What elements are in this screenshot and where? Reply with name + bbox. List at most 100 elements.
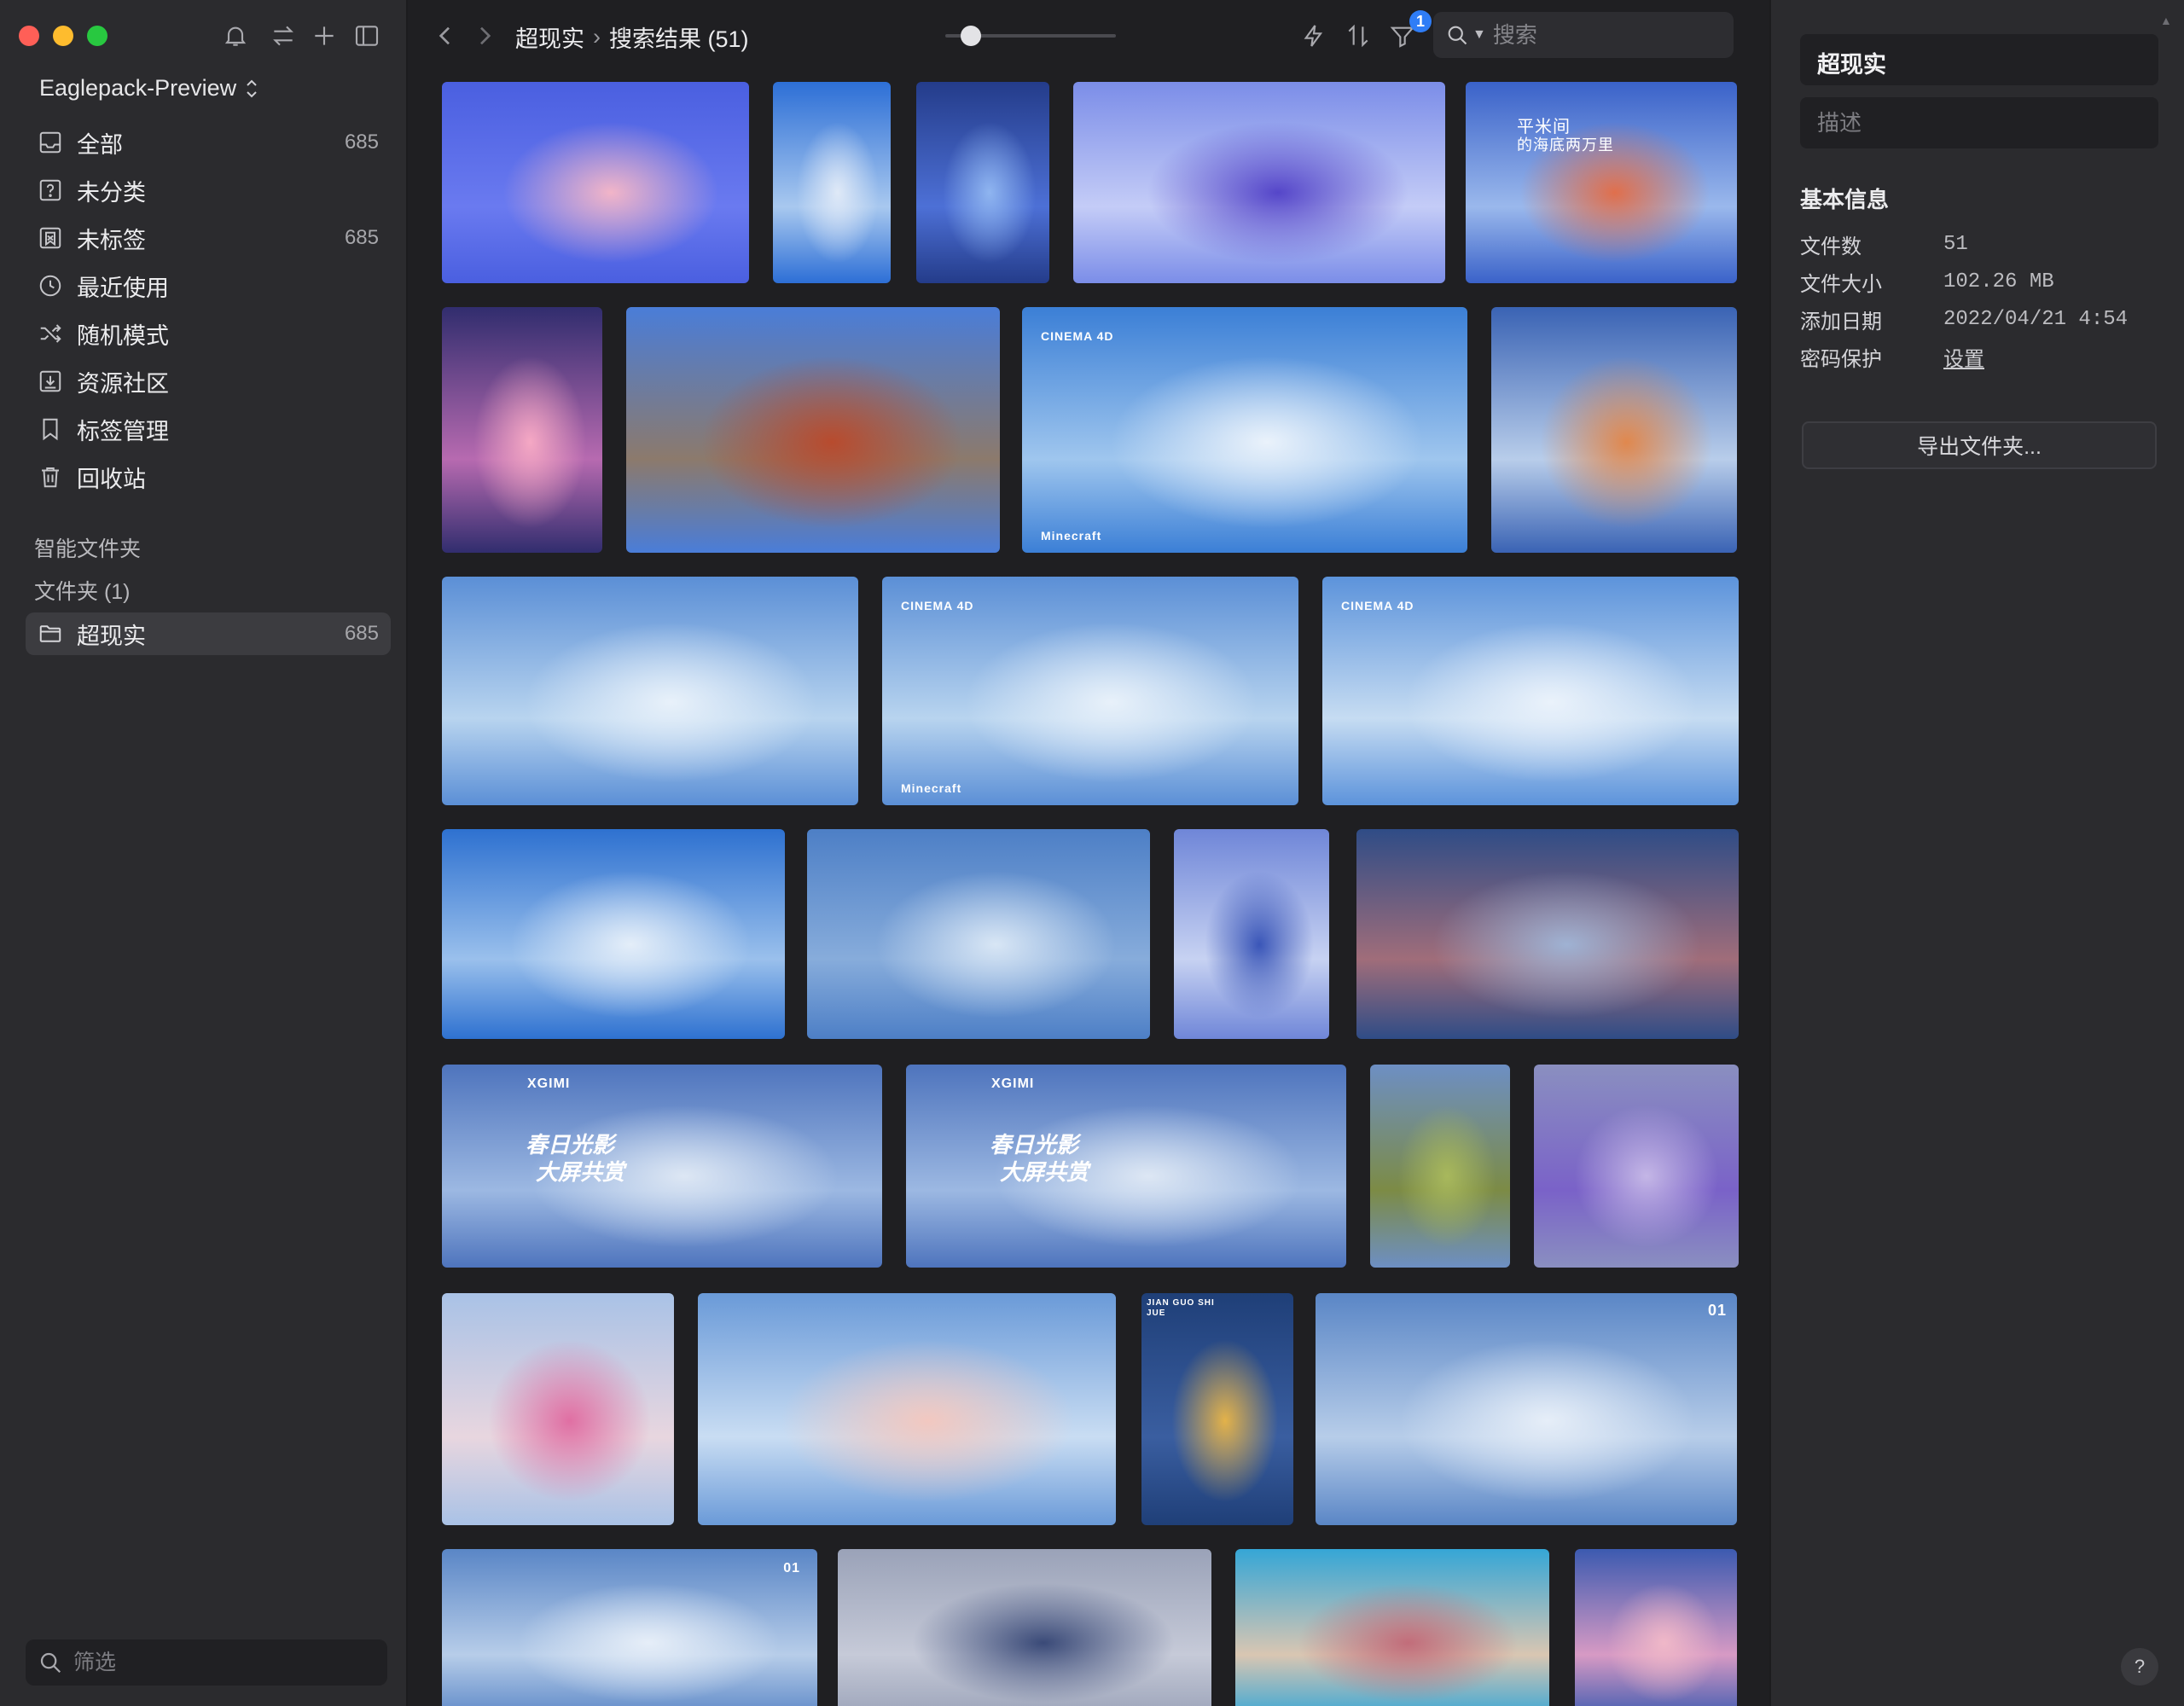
image-thumbnail[interactable]: 平米间 的海底两万里 [1466,82,1737,283]
filter-input[interactable] [73,1650,363,1675]
info-row-password: 密码保护 设置 [1800,339,2158,374]
toggle-sidebar-icon[interactable] [350,19,384,53]
image-thumbnail[interactable] [1370,1065,1510,1268]
chevron-left-icon [439,26,450,45]
thumbnail-size-slider[interactable] [945,26,1116,46]
image-thumbnail[interactable] [442,307,602,553]
info-value: 102.26 MB [1943,270,2054,293]
nav-item-uncategorized[interactable]: 未分类 [26,169,391,212]
thumbnail-caption: 春日光影 [990,1132,1079,1158]
export-folder-button[interactable]: 导出文件夹... [1802,421,2157,469]
image-thumbnail[interactable]: CINEMA 4D Minecraft [882,577,1298,805]
chevron-down-icon[interactable]: ▼ [1472,27,1486,43]
close-window-button[interactable] [19,26,39,46]
download-box-icon [36,367,65,396]
thumbnail-caption: XGIMI [527,1076,571,1091]
sidebar-filter[interactable] [26,1639,387,1686]
chevron-updown-icon [247,79,257,97]
thumbnail-caption: CINEMA 4D [901,599,974,612]
image-thumbnail[interactable] [916,82,1049,283]
info-key: 密码保护 [1800,347,1882,371]
folders-heading[interactable]: 文件夹 (1) [34,575,131,606]
password-set-link[interactable]: 设置 [1943,342,1984,372]
search-input[interactable] [1492,21,1715,49]
image-grid: 平米间 的海底两万里 CINEMA 4D Minecraft CINEMA 4D Mine… [410,72,1769,1706]
image-thumbnail[interactable] [1235,1549,1549,1706]
image-thumbnail[interactable] [1491,307,1737,553]
image-thumbnail[interactable] [1575,1549,1737,1706]
image-thumbnail[interactable] [442,577,858,805]
bookmark-icon [36,415,65,444]
slider-knob[interactable] [961,26,981,46]
info-row-date-added: 添加日期 2022/04/21 4:54 [1800,302,2158,336]
sort-button[interactable] [1339,17,1377,55]
nav-item-count: 685 [344,131,379,154]
bell-icon[interactable] [218,19,253,53]
thumbnail-caption: 大屏共赏 [536,1159,625,1185]
nav-item-all[interactable]: 全部 685 [26,121,391,164]
image-thumbnail[interactable]: JIAN GUO SHI JUE [1141,1293,1293,1525]
zoom-window-button[interactable] [87,26,107,46]
help-button[interactable]: ? [2121,1648,2158,1686]
nav-item-tag-manager[interactable]: 标签管理 [26,408,391,450]
back-button[interactable] [427,17,464,55]
image-thumbnail[interactable]: CINEMA 4D [1322,577,1739,805]
nav-item-label: 标签管理 [77,418,169,444]
toolbar: 超现实 › 搜索结果 (51) 1 ▼ [410,0,1769,72]
image-thumbnail[interactable]: XGIMI 春日光影 大屏共赏 [442,1065,882,1268]
image-thumbnail[interactable]: 01 [1316,1293,1737,1525]
image-thumbnail[interactable] [807,829,1150,1039]
info-key: 文件大小 [1800,272,1882,296]
nav-item-community[interactable]: 资源社区 [26,360,391,403]
image-thumbnail[interactable]: XGIMI 春日光影 大屏共赏 [906,1065,1346,1268]
image-thumbnail[interactable] [698,1293,1116,1525]
thumbnail-caption: Minecraft [901,781,962,795]
info-row-file-count: 文件数 51 [1800,227,2158,261]
filter-count-badge: 1 [1409,10,1432,32]
breadcrumb-search-result: 搜索结果 (51) [609,26,749,52]
image-thumbnail[interactable] [773,82,891,283]
nav-item-label: 未分类 [77,179,146,206]
nav-item-recent[interactable]: 最近使用 [26,264,391,307]
image-thumbnail[interactable] [1174,829,1329,1039]
image-thumbnail[interactable] [626,307,1000,553]
nav-item-label: 未标签 [77,227,146,253]
folder-label: 超现实 [77,623,146,649]
folder-icon [36,619,65,648]
breadcrumb-separator: › [593,24,601,49]
image-thumbnail[interactable] [442,1293,674,1525]
thumbnail-caption: 01 [783,1561,800,1575]
nav-item-random[interactable]: 随机模式 [26,312,391,355]
folder-name-field[interactable]: 超现实 [1800,34,2158,85]
image-thumbnail[interactable] [1356,829,1739,1039]
image-thumbnail[interactable]: CINEMA 4D Minecraft [1022,307,1467,553]
image-thumbnail[interactable] [442,82,749,283]
thumbnail-caption: Minecraft [1041,529,1102,543]
thumbnail-caption: CINEMA 4D [1041,329,1114,343]
smart-folders-heading[interactable]: 智能文件夹 [34,532,141,563]
sort-arrows-icon [1348,24,1368,48]
sync-arrows-icon[interactable] [266,19,300,53]
lightning-icon [1304,25,1323,47]
quick-action-button[interactable] [1295,17,1333,55]
library-switcher[interactable]: Eaglepack-Preview [39,75,258,102]
image-thumbnail[interactable] [1073,82,1445,283]
info-value: 51 [1943,232,1968,256]
shuffle-icon [36,319,65,348]
image-thumbnail[interactable] [838,1549,1211,1706]
folder-item-surreal[interactable]: 超现实 685 [26,612,391,655]
nav-item-trash[interactable]: 回收站 [26,456,391,498]
image-thumbnail[interactable]: 01 [442,1549,817,1706]
description-field[interactable] [1800,97,2158,148]
question-box-icon [36,176,65,205]
image-thumbnail[interactable] [442,829,785,1039]
chevron-right-icon [480,26,491,45]
image-thumbnail[interactable] [1534,1065,1739,1268]
breadcrumb-folder[interactable]: 超现实 [515,20,584,54]
add-icon[interactable] [307,19,341,53]
nav-item-untagged[interactable]: 未标签 685 [26,217,391,259]
search-field[interactable]: ▼ [1433,12,1734,58]
forward-button[interactable] [466,17,503,55]
thumbnail-caption: 大屏共赏 [1000,1159,1089,1185]
minimize-window-button[interactable] [53,26,73,46]
